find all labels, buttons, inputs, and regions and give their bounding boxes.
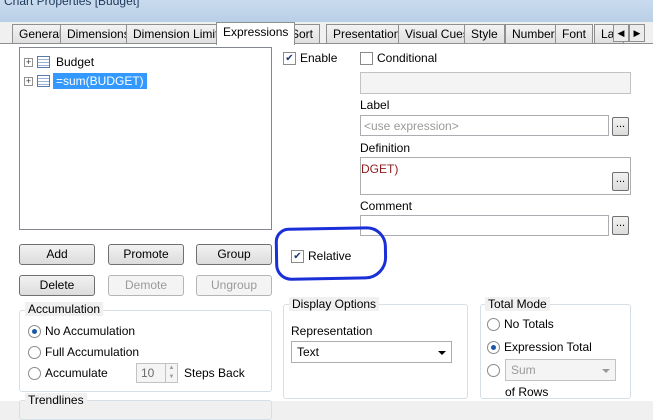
radio-icon — [487, 364, 500, 377]
tree-item-selected[interactable]: + =sum(BUDGET) — [24, 72, 147, 90]
tab-style[interactable]: Style — [464, 24, 505, 44]
chevron-down-icon — [438, 351, 446, 355]
group-button[interactable]: Group — [196, 244, 272, 265]
definition-title: Definition — [360, 141, 411, 155]
definition-text: DGET) — [361, 162, 399, 176]
checkmark-icon: ✔ — [283, 51, 296, 65]
tab-scroll-left-icon[interactable]: ◀ — [613, 24, 629, 42]
full-accumulation-radio[interactable]: Full Accumulation — [28, 345, 139, 359]
tab-expressions[interactable]: Expressions — [216, 22, 296, 45]
comment-field[interactable] — [360, 215, 609, 236]
no-totals-label: No Totals — [504, 317, 554, 331]
radio-icon — [28, 345, 41, 359]
representation-value: Text — [297, 345, 320, 359]
table-icon — [37, 75, 50, 87]
label-title: Label — [360, 98, 390, 112]
radio-selected-icon — [28, 324, 41, 338]
tab-number[interactable]: Number — [505, 24, 562, 44]
radio-icon — [487, 317, 500, 331]
accumulate-label: Accumulate — [45, 366, 108, 380]
tab-strip: General Dimensions Dimension Limits Expr… — [0, 22, 653, 45]
expand-icon[interactable]: + — [24, 76, 33, 86]
label-placeholder: <use expression> — [364, 119, 459, 133]
full-accumulation-label: Full Accumulation — [45, 345, 140, 359]
spin-up-icon[interactable]: ▲ — [165, 364, 177, 373]
sum-value: Sum — [511, 363, 536, 377]
label-ellipsis-button[interactable]: ... — [612, 117, 629, 136]
radio-icon — [28, 366, 41, 380]
no-accumulation-label: No Accumulation — [45, 324, 136, 338]
tree-item-label: Budget — [56, 55, 95, 69]
comment-title: Comment — [360, 199, 413, 213]
representation-label: Representation — [291, 324, 373, 338]
definition-field[interactable]: DGET) — [360, 157, 631, 195]
tab-scroll-right-icon[interactable]: ▶ — [629, 24, 645, 42]
definition-ellipsis-button[interactable]: ... — [612, 172, 629, 191]
expand-icon[interactable]: + — [24, 57, 33, 67]
expression-tree[interactable]: + Budget + =sum(BUDGET) — [19, 47, 272, 230]
trendlines-title: Trendlines — [25, 393, 87, 407]
display-options-title: Display Options — [289, 297, 380, 311]
tree-item-label: =sum(BUDGET) — [53, 73, 147, 89]
ungroup-button[interactable]: Ungroup — [196, 275, 272, 296]
total-mode-title: Total Mode — [485, 297, 550, 311]
expression-total-radio[interactable]: Expression Total — [487, 340, 592, 354]
window-title: Chart Properties [Budget] — [4, 0, 140, 8]
title-bar: Chart Properties [Budget] — [0, 0, 653, 22]
spin-down-icon[interactable]: ▼ — [165, 373, 177, 382]
demote-button[interactable]: Demote — [108, 275, 184, 296]
of-rows-label: of Rows — [505, 385, 549, 399]
sum-select[interactable]: Sum — [505, 359, 616, 381]
steps-back-value: 10 — [141, 366, 155, 380]
tree-item[interactable]: + Budget — [24, 53, 97, 71]
chevron-down-icon — [602, 369, 610, 373]
expression-total-label: Expression Total — [504, 340, 592, 354]
enable-label: Enable — [300, 51, 338, 65]
checkbox-empty-icon — [360, 51, 373, 65]
accumulation-title: Accumulation — [25, 302, 104, 316]
conditional-expression-field[interactable] — [360, 72, 631, 94]
radio-selected-icon — [487, 340, 500, 354]
tab-font[interactable]: Font — [555, 24, 594, 44]
conditional-checkbox[interactable]: Conditional — [360, 51, 437, 65]
promote-button[interactable]: Promote — [108, 244, 184, 265]
sum-radio[interactable] — [487, 364, 504, 377]
add-button[interactable]: Add — [19, 244, 95, 265]
no-totals-radio[interactable]: No Totals — [487, 317, 554, 331]
delete-button[interactable]: Delete — [19, 275, 95, 296]
tab-presentation[interactable]: Presentation — [326, 24, 408, 44]
label-field[interactable]: <use expression> — [360, 115, 609, 136]
steps-back-label: Steps Back — [184, 366, 245, 380]
comment-ellipsis-button[interactable]: ... — [612, 216, 629, 235]
no-accumulation-radio[interactable]: No Accumulation — [28, 324, 135, 338]
annotation-circle — [274, 226, 388, 281]
conditional-label: Conditional — [377, 51, 438, 65]
representation-select[interactable]: Text — [291, 341, 452, 363]
accumulate-radio[interactable]: Accumulate — [28, 366, 108, 380]
steps-back-spinner[interactable]: 10 ▲ ▼ — [136, 363, 178, 383]
enable-checkbox[interactable]: ✔ Enable — [283, 51, 337, 65]
table-icon — [37, 56, 50, 68]
